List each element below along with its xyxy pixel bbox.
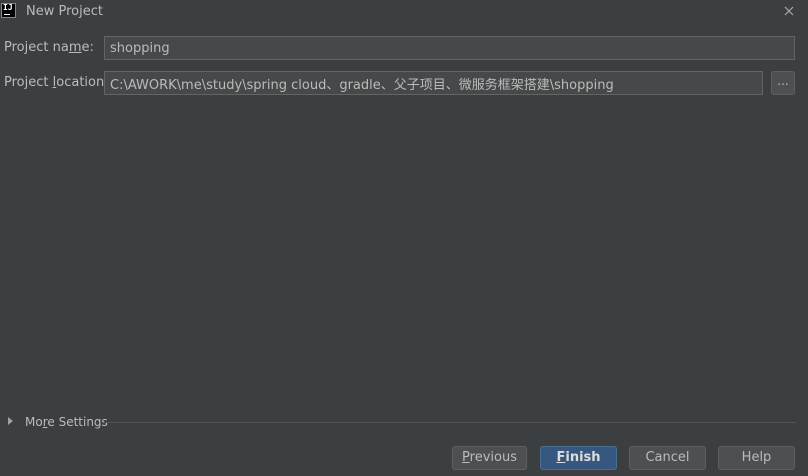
help-button[interactable]: Help [718, 446, 795, 470]
intellij-icon: IJ [1, 3, 16, 18]
browse-button[interactable]: ... [771, 71, 795, 95]
new-project-dialog: IJ New Project Project name: Project loc… [0, 0, 808, 476]
project-location-label: Project location: [4, 75, 109, 90]
more-settings-label: More Settings [25, 415, 108, 429]
project-name-label: Project name: [4, 40, 94, 55]
app-icon-text: IJ [3, 3, 13, 12]
project-location-input[interactable] [104, 71, 763, 95]
triangle-right-icon [8, 417, 13, 425]
finish-button[interactable]: Finish [540, 446, 617, 470]
window-title: New Project [26, 4, 103, 19]
title-bar: IJ New Project [0, 0, 808, 24]
previous-button[interactable]: Previous [452, 446, 527, 470]
close-icon[interactable] [782, 4, 796, 18]
more-settings-divider [104, 422, 796, 423]
cancel-button[interactable]: Cancel [629, 446, 706, 470]
project-name-input[interactable] [104, 36, 795, 60]
